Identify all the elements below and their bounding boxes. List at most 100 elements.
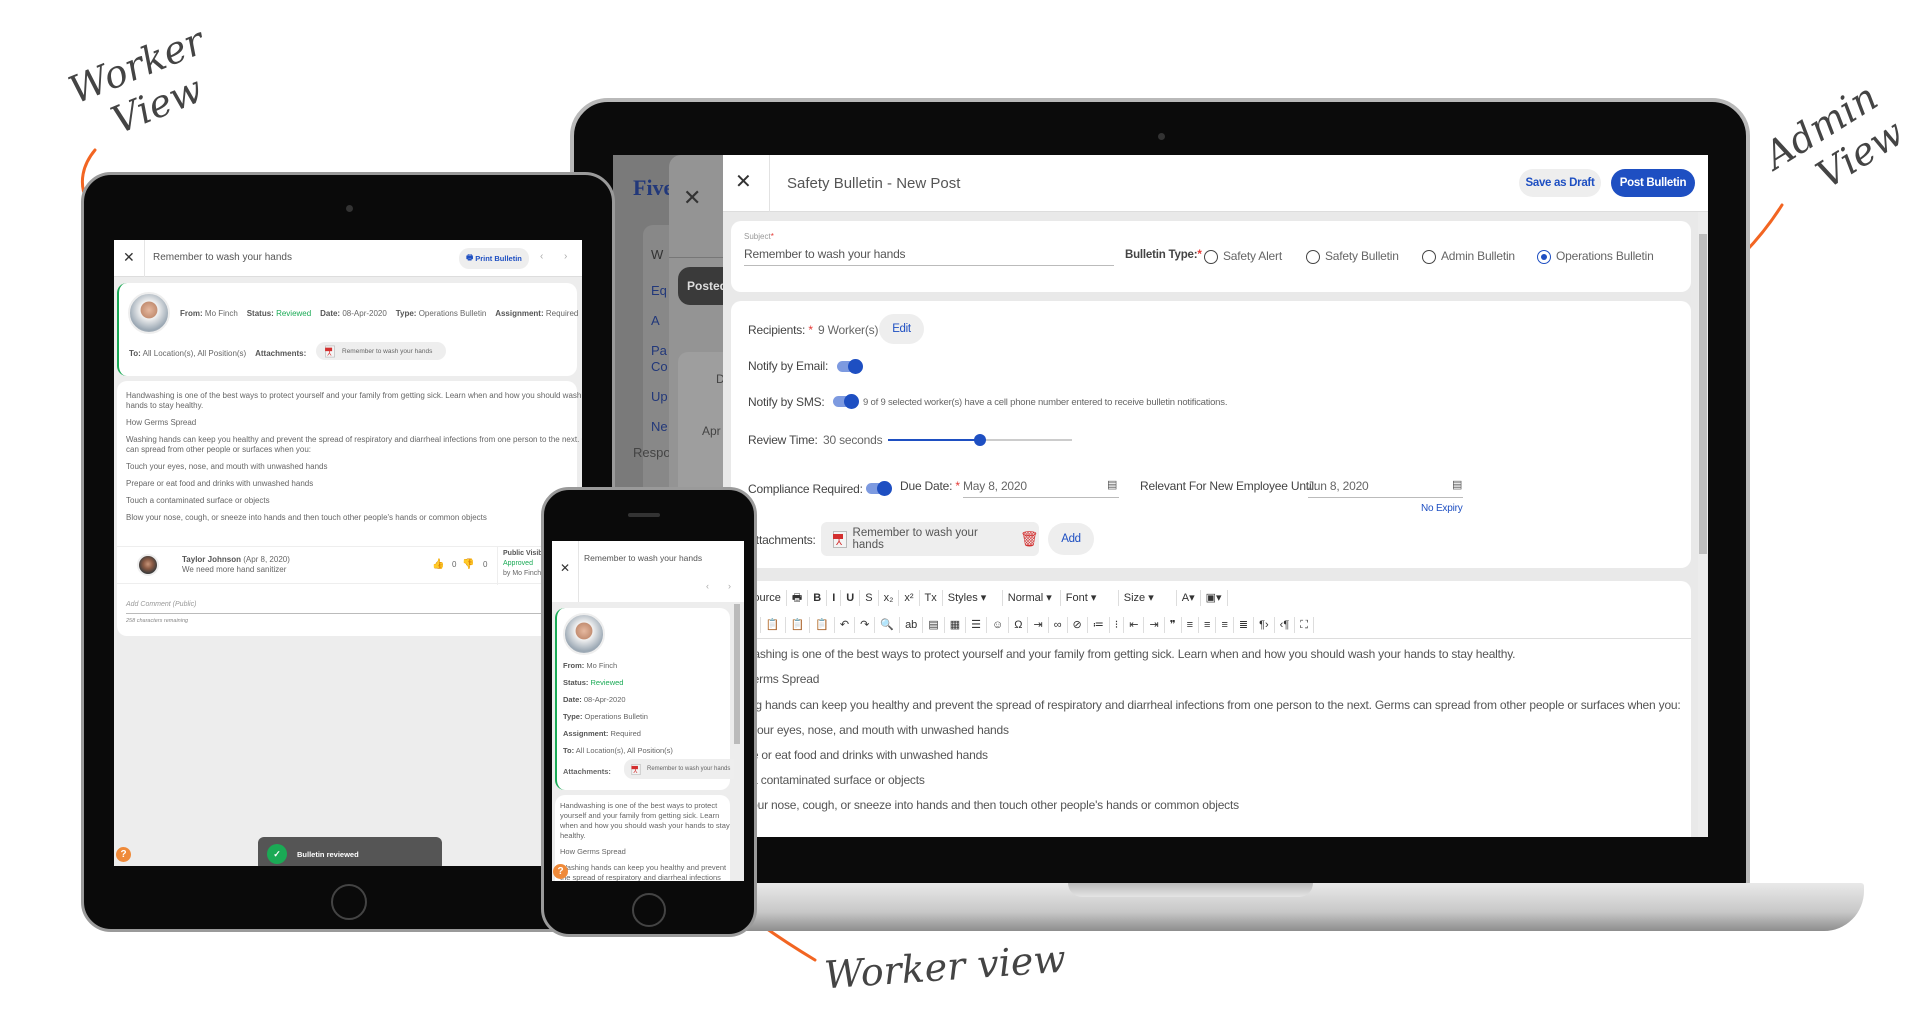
- numbered-list-icon[interactable]: ≔: [1088, 617, 1110, 633]
- subject-input[interactable]: Remember to wash your hands: [744, 247, 906, 261]
- find-icon[interactable]: 🔍: [875, 617, 901, 633]
- redo-icon[interactable]: ↷: [855, 617, 876, 633]
- help-button[interactable]: ?: [116, 847, 131, 862]
- radio-label: Operations Bulletin: [1556, 249, 1654, 263]
- text-color-icon[interactable]: A▾: [1177, 590, 1201, 606]
- superscript-icon[interactable]: x²: [899, 590, 920, 606]
- select-all-icon[interactable]: ▤: [923, 617, 945, 633]
- thumbs-down-icon[interactable]: 👎: [462, 559, 474, 570]
- bg-fragment[interactable]: Pa: [651, 343, 667, 358]
- attachment-chip[interactable]: Remember to wash your hands: [624, 759, 734, 779]
- remove-format-icon[interactable]: Tx: [920, 590, 943, 606]
- format-dropdown[interactable]: Normal ▾: [1003, 590, 1061, 606]
- type-label: Type:: [563, 712, 583, 721]
- relevant-until-input[interactable]: Jun 8, 2020: [1308, 479, 1369, 493]
- print-bulletin-button[interactable]: 🖶 Print Bulletin: [459, 248, 529, 269]
- phone-home-button[interactable]: [632, 893, 666, 927]
- strike-icon[interactable]: S: [860, 590, 879, 606]
- paste-icon[interactable]: 📋: [761, 617, 786, 633]
- indent-icon[interactable]: ⇥: [1144, 617, 1165, 633]
- tablet-home-button[interactable]: [331, 884, 367, 920]
- scrollbar[interactable]: [734, 604, 740, 744]
- bold-icon[interactable]: B: [808, 590, 828, 606]
- editor-paragraph[interactable]: Blow your nose, cough, or sneeze into ha…: [723, 798, 1239, 812]
- bg-fragment[interactable]: Co: [651, 359, 668, 374]
- italic-icon[interactable]: I: [827, 590, 842, 606]
- print-icon[interactable]: 🖶: [787, 590, 809, 606]
- underline-icon[interactable]: U: [841, 590, 861, 606]
- attachment-chip[interactable]: Remember to wash your hands 🗑: [821, 522, 1039, 556]
- scrollbar[interactable]: [1698, 212, 1708, 837]
- radio-safety-alert[interactable]: [1204, 250, 1218, 264]
- edit-recipients-button[interactable]: Edit: [879, 314, 924, 344]
- attachment-chip[interactable]: Remember to wash your hands: [316, 342, 446, 360]
- comment-input[interactable]: Add Comment (Public): [126, 601, 196, 608]
- save-draft-button[interactable]: Save as Draft: [1519, 169, 1601, 197]
- prev-icon[interactable]: ‹: [706, 581, 709, 591]
- special-char-icon[interactable]: Ω: [1009, 617, 1029, 633]
- calendar-icon[interactable]: ▤: [1107, 478, 1117, 491]
- notify-sms-toggle[interactable]: [831, 394, 859, 409]
- undo-icon[interactable]: ↶: [835, 617, 856, 633]
- page-break-icon[interactable]: ⇥: [1028, 617, 1049, 633]
- align-right-icon[interactable]: ≡: [1216, 617, 1234, 633]
- bg-fragment[interactable]: A: [651, 313, 660, 328]
- bg-fragment[interactable]: Eq: [651, 283, 667, 298]
- editor-paragraph[interactable]: Touch your eyes, nose, and mouth with un…: [723, 723, 1009, 737]
- info-row: From: Mo Finch Status: Reviewed Date: 08…: [180, 309, 579, 318]
- font-dropdown[interactable]: Font ▾: [1061, 590, 1119, 606]
- notify-email-toggle[interactable]: [835, 359, 863, 374]
- paste-text-icon[interactable]: 📋: [786, 617, 811, 633]
- review-time-slider[interactable]: [888, 434, 1072, 446]
- close-icon[interactable]: ✕: [560, 561, 570, 575]
- radio-operations-bulletin[interactable]: [1537, 250, 1551, 264]
- align-center-icon[interactable]: ≡: [1199, 617, 1217, 633]
- compliance-toggle[interactable]: [864, 481, 892, 496]
- editor-paragraph[interactable]: Handwashing is one of the best ways to p…: [723, 647, 1516, 661]
- replace-icon[interactable]: ab: [900, 617, 924, 633]
- close-icon[interactable]: ✕: [735, 169, 752, 194]
- bg-fragment[interactable]: Up: [651, 389, 668, 404]
- link-icon[interactable]: ∞: [1049, 617, 1068, 633]
- chars-remaining: 258 characters remaining: [126, 618, 189, 624]
- post-bulletin-button[interactable]: Post Bulletin: [1611, 169, 1695, 197]
- bullet-list-icon[interactable]: ⁝: [1110, 617, 1125, 633]
- assignment-value: Required: [610, 729, 641, 738]
- thumbs-up-icon[interactable]: 👍: [432, 559, 444, 570]
- radio-admin-bulletin[interactable]: [1422, 250, 1436, 264]
- no-expiry-link[interactable]: No Expiry: [1421, 503, 1463, 514]
- editor-toolbar-row1: Source 🖶 B I U Sx₂ x² Tx Styles ▾ Normal ▾ Font ▾…: [741, 590, 1228, 606]
- calendar-icon[interactable]: ▤: [1452, 478, 1462, 491]
- help-button[interactable]: ?: [553, 864, 568, 879]
- close-icon[interactable]: ✕: [683, 185, 701, 211]
- trash-icon[interactable]: 🗑: [1020, 530, 1039, 548]
- bg-fragment[interactable]: Ne: [651, 419, 668, 434]
- subscript-icon[interactable]: x₂: [879, 590, 900, 606]
- justify-icon[interactable]: ≣: [1234, 617, 1255, 633]
- paste-word-icon[interactable]: 📋: [810, 617, 835, 633]
- editor-paragraph[interactable]: Washing hands can keep you healthy and p…: [723, 698, 1681, 712]
- align-left-icon[interactable]: ≡: [1182, 617, 1200, 633]
- size-dropdown[interactable]: Size ▾: [1119, 590, 1177, 606]
- hr-icon[interactable]: ☰: [966, 617, 987, 633]
- add-attachment-button[interactable]: Add: [1048, 523, 1094, 555]
- unlink-icon[interactable]: ⊘: [1068, 617, 1088, 633]
- radio-safety-bulletin[interactable]: [1306, 250, 1320, 264]
- editor-paragraph[interactable]: Prepare or eat food and drinks with unwa…: [723, 748, 988, 762]
- ltr-icon[interactable]: ¶›: [1254, 617, 1275, 633]
- smiley-icon[interactable]: ☺: [987, 617, 1010, 633]
- body-line: the spread of respiratory and diarrheal …: [560, 873, 721, 881]
- slider-thumb[interactable]: [974, 434, 986, 446]
- next-icon[interactable]: ›: [728, 581, 731, 591]
- close-icon[interactable]: ✕: [123, 249, 135, 266]
- prev-icon[interactable]: ‹: [540, 251, 543, 262]
- table-icon[interactable]: ▦: [945, 617, 967, 633]
- due-date-input[interactable]: May 8, 2020: [963, 479, 1027, 493]
- rtl-icon[interactable]: ‹¶: [1275, 617, 1296, 633]
- outdent-icon[interactable]: ⇤: [1124, 617, 1145, 633]
- maximize-icon[interactable]: ⛶: [1295, 617, 1314, 633]
- bg-color-icon[interactable]: ▣▾: [1201, 590, 1228, 606]
- blockquote-icon[interactable]: ❞: [1165, 617, 1182, 633]
- next-icon[interactable]: ›: [564, 251, 567, 262]
- styles-dropdown[interactable]: Styles ▾: [943, 590, 1003, 606]
